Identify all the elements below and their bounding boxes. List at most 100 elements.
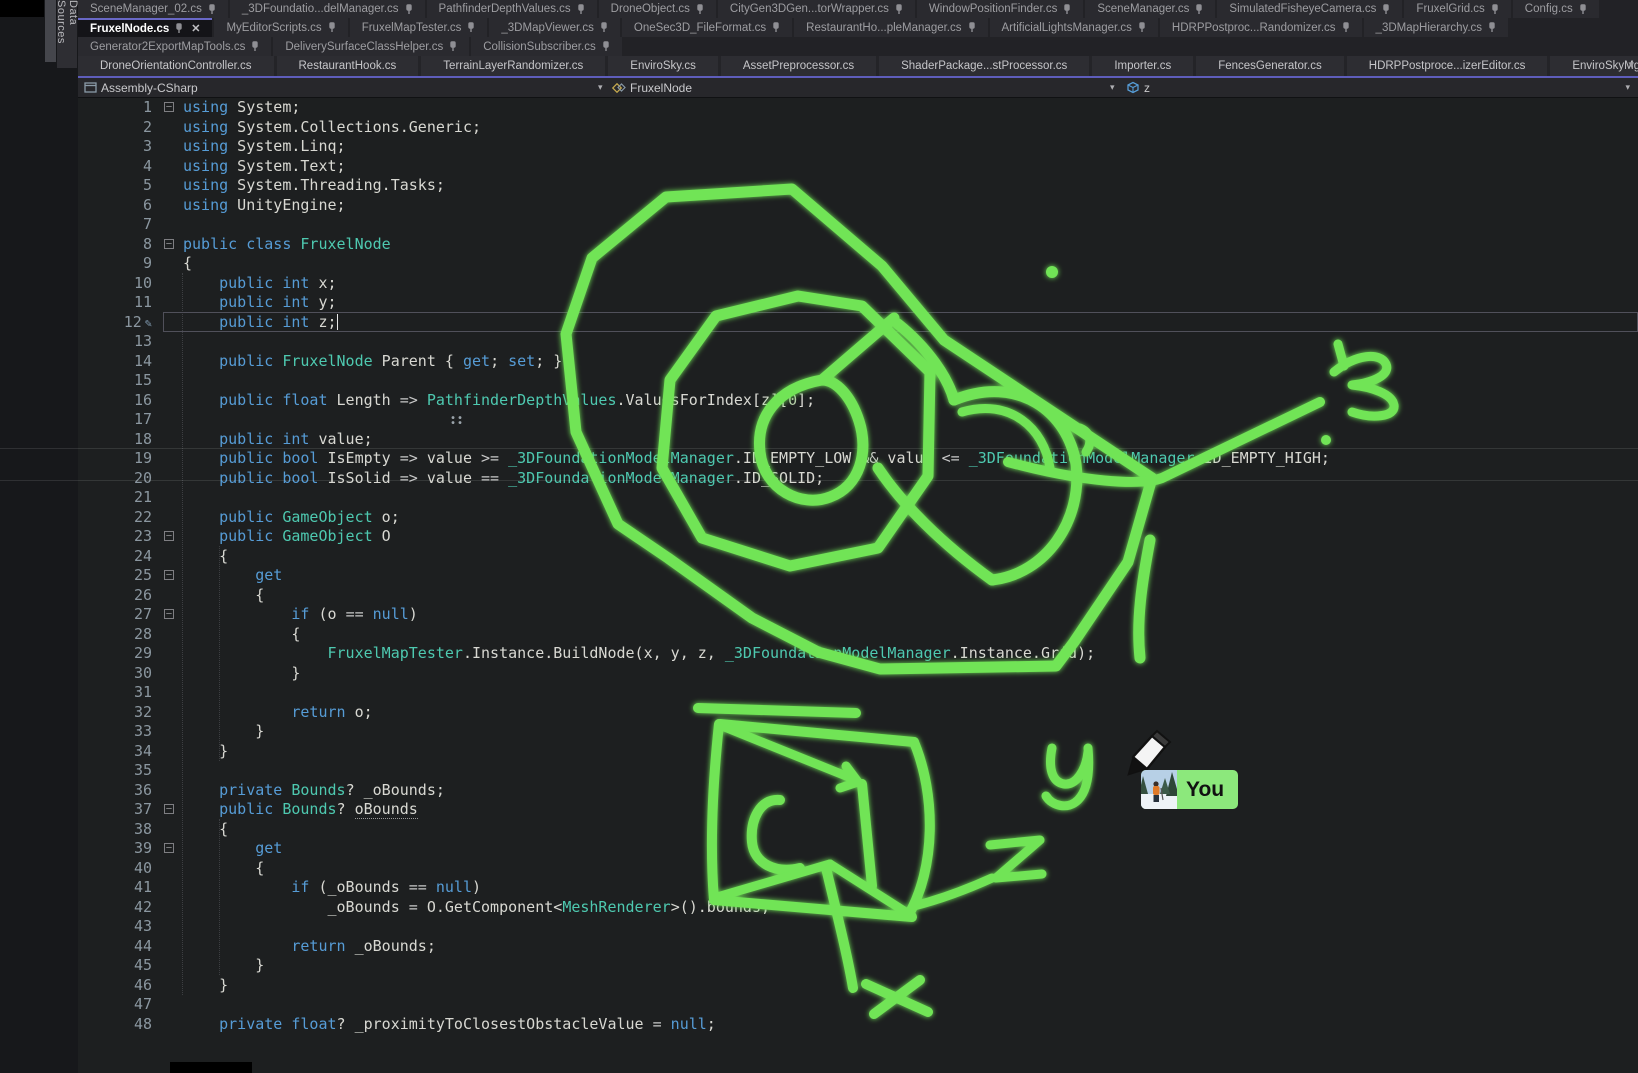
fold-collapse-marker[interactable]: – [164,804,174,814]
breadcrumb-member[interactable]: z [1126,78,1150,97]
fold-collapse-marker[interactable]: – [164,531,174,541]
code-line[interactable]: 19 public bool IsEmpty => value >= _3DFo… [78,449,1638,469]
pin-icon[interactable] [1382,4,1390,15]
document-well-tab[interactable]: Importer.cs [1092,56,1193,76]
code-line[interactable]: 5using System.Threading.Tasks; [78,176,1638,196]
document-tab[interactable]: WindowPositionFinder.cs [917,0,1083,18]
code-line[interactable]: 43 [78,917,1638,937]
code-line[interactable]: 8–public class FruxelNode [78,235,1638,255]
pin-icon[interactable] [600,22,608,33]
code-line[interactable]: 20 public bool IsSolid => value == _3DFo… [78,469,1638,489]
document-well-tab[interactable]: RestaurantHook.cs [277,56,419,76]
code-line[interactable]: 26 { [78,586,1638,606]
document-tab[interactable]: DeliverySurfaceClassHelper.cs [273,37,469,56]
code-line[interactable]: 10 public int x; [78,274,1638,294]
document-well-tab[interactable]: EnviroSkyMgr.cs [1550,56,1638,76]
code-line[interactable]: 34 } [78,742,1638,762]
code-line[interactable]: 3using System.Linq; [78,137,1638,157]
pin-icon[interactable] [467,22,475,33]
code-line[interactable]: 31 [78,683,1638,703]
code-line[interactable]: 24 { [78,547,1638,567]
document-tab[interactable]: SceneManager.cs [1085,0,1215,18]
fold-collapse-marker[interactable]: – [164,843,174,853]
pin-icon[interactable] [405,4,413,15]
document-tab[interactable]: FruxelMapTester.cs [350,18,488,37]
fold-collapse-marker[interactable]: – [164,609,174,619]
code-line[interactable]: 28 { [78,625,1638,645]
document-tab[interactable]: SceneManager_02.cs [78,0,228,18]
code-line[interactable]: 16 public float Length => PathfinderDept… [78,391,1638,411]
fold-collapse-marker[interactable]: – [164,102,174,112]
fold-collapse-marker[interactable]: – [164,570,174,580]
code-line[interactable]: 42 _oBounds = O.GetComponent<MeshRendere… [78,898,1638,918]
pin-icon[interactable] [251,41,259,52]
code-line[interactable]: 41 if (_oBounds == null) [78,878,1638,898]
code-line[interactable]: 21 [78,488,1638,508]
pin-icon[interactable] [602,41,610,52]
breadcrumb-project-caret[interactable]: ▾ [598,78,603,97]
code-line[interactable]: 11 public int y; [78,293,1638,313]
pin-icon[interactable] [1342,22,1350,33]
document-well-tab[interactable]: EnviroSky.cs [608,56,718,76]
code-line[interactable]: 15 [78,371,1638,391]
code-line[interactable]: 25– get [78,566,1638,586]
code-line[interactable]: 39– get [78,839,1638,859]
data-sources-vertical-tab[interactable]: Data Sources [57,0,77,68]
document-well-tab[interactable]: AssetPreprocessor.cs [721,56,876,76]
code-line[interactable]: 37– public Bounds? oBounds [78,800,1638,820]
code-line[interactable]: 35 [78,761,1638,781]
code-line[interactable]: 32 return o; [78,703,1638,723]
document-well-tab[interactable]: ShaderPackage...stProcessor.cs [879,56,1089,76]
pin-icon[interactable] [328,22,336,33]
code-line[interactable]: 4using System.Text; [78,157,1638,177]
document-tab[interactable]: SimulatedFisheyeCamera.cs [1217,0,1402,18]
pin-icon[interactable] [895,4,903,15]
code-line[interactable]: 30 } [78,664,1638,684]
breadcrumb-project[interactable]: Assembly-CSharp [84,78,198,97]
document-well-tab[interactable]: HDRPPostproce...izerEditor.cs [1347,56,1548,76]
code-line[interactable]: 27– if (o == null) [78,605,1638,625]
document-tab[interactable]: OneSec3D_FileFormat.cs [622,18,792,37]
pin-icon[interactable] [772,22,780,33]
document-tab[interactable]: FruxelGrid.cs [1404,0,1510,18]
document-tab[interactable]: CollisionSubscriber.cs [471,37,622,56]
document-tab[interactable]: PathfinderDepthValues.cs [427,0,597,18]
pin-icon[interactable] [1488,22,1496,33]
code-line[interactable]: 1–using System; [78,98,1638,118]
code-line[interactable]: 36 private Bounds? _oBounds; [78,781,1638,801]
document-tab[interactable]: HDRPPostproc...Randomizer.cs [1160,18,1362,37]
document-tab[interactable]: Config.cs [1513,0,1599,18]
code-line[interactable]: 12✎ public int z; [78,313,1638,333]
code-line[interactable]: 44 return _oBounds; [78,937,1638,957]
code-line[interactable]: 29 FruxelMapTester.Instance.BuildNode(x,… [78,644,1638,664]
document-tab[interactable]: ArtificialLightsManager.cs [990,18,1158,37]
document-tab[interactable]: MyEditorScripts.cs [214,18,347,37]
code-line[interactable]: 46 } [78,976,1638,996]
close-tab-icon[interactable]: ✕ [191,22,200,35]
tab-overflow-chevron-icon[interactable]: ▾ [1628,58,1634,71]
code-editor[interactable]: ∙∙∙∙ 1–using System;2using System.Collec… [78,98,1638,1073]
breadcrumb-overflow-caret[interactable]: ▾ [1625,78,1630,97]
code-line[interactable]: 40 { [78,859,1638,879]
code-line[interactable]: 47 [78,995,1638,1015]
document-well-tab[interactable]: TerrainLayerRandomizer.cs [421,56,605,76]
pin-icon[interactable] [577,4,585,15]
pin-icon[interactable] [449,41,457,52]
code-line[interactable]: 17 [78,410,1638,430]
document-tab[interactable]: RestaurantHo...pleManager.cs [794,18,987,37]
fold-collapse-marker[interactable]: – [164,239,174,249]
pin-icon[interactable] [1138,22,1146,33]
pin-icon[interactable] [1579,4,1587,15]
code-line[interactable]: 45 } [78,956,1638,976]
document-tab[interactable]: _3DFoundatio...delManager.cs [230,0,425,18]
breadcrumb-type[interactable]: FruxelNode [612,78,692,97]
document-well-tab[interactable]: DroneOrientationController.cs [78,56,274,76]
code-line[interactable]: 2using System.Collections.Generic; [78,118,1638,138]
document-tab-active[interactable]: FruxelNode.cs✕ [78,18,212,37]
pin-icon[interactable] [208,4,216,15]
code-line[interactable]: 6using UnityEngine; [78,196,1638,216]
code-line[interactable]: 48 private float? _proximityToClosestObs… [78,1015,1638,1035]
breadcrumb-member-caret[interactable]: ▾ [1110,78,1115,97]
document-tab[interactable]: _3DMapViewer.cs [489,18,619,37]
code-line[interactable]: 13 [78,332,1638,352]
